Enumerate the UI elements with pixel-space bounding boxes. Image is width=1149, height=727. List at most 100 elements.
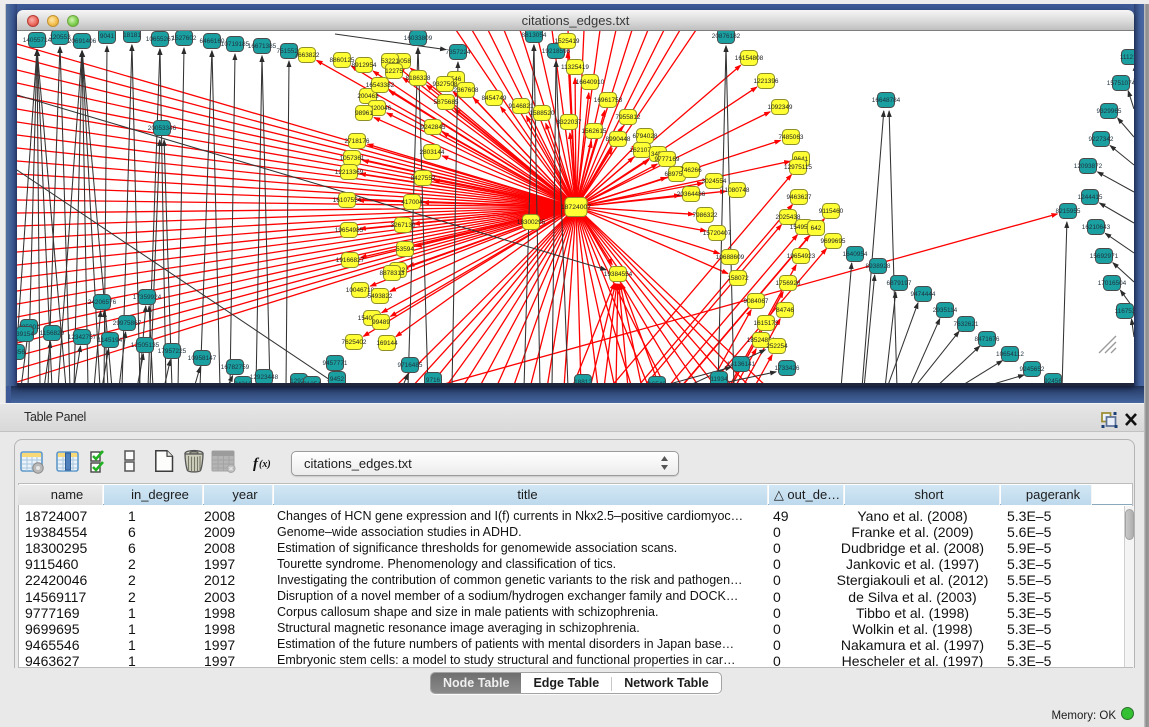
svg-text:1525419: 1525419 — [555, 38, 580, 45]
svg-text:7986322: 7986322 — [693, 212, 718, 219]
svg-text:9115460: 9115460 — [819, 208, 844, 215]
svg-text:9699695: 9699695 — [821, 238, 846, 245]
svg-text:8186328: 8186328 — [406, 75, 431, 82]
svg-text:12275: 12275 — [385, 68, 403, 75]
svg-text:9463627: 9463627 — [787, 194, 812, 201]
svg-text:1080748: 1080748 — [725, 187, 750, 194]
svg-text:7485063: 7485063 — [779, 134, 804, 141]
svg-text:10958147: 10958147 — [188, 355, 217, 362]
svg-text:6794028: 6794028 — [633, 133, 658, 140]
svg-text:8427552: 8427552 — [411, 175, 436, 182]
svg-text:99489: 99489 — [372, 319, 390, 326]
svg-text:12213369: 12213369 — [335, 169, 364, 176]
svg-text:18812: 18812 — [574, 379, 592, 386]
svg-text:20876182: 20876182 — [712, 33, 741, 40]
svg-text:16782759: 16782759 — [221, 364, 250, 371]
svg-text:20691406: 20691406 — [68, 38, 97, 45]
svg-text:3267130: 3267130 — [391, 222, 416, 229]
svg-text:1615172: 1615172 — [754, 320, 779, 327]
svg-text:6879197: 6879197 — [887, 280, 912, 287]
svg-text:31254: 31254 — [303, 381, 321, 386]
svg-text:17356: 17356 — [17, 349, 25, 356]
svg-text:158072: 158072 — [727, 275, 749, 282]
svg-text:169144: 169144 — [376, 340, 398, 347]
svg-text:2803144: 2803144 — [420, 149, 445, 156]
svg-text:15720407: 15720407 — [703, 230, 732, 237]
svg-text:10654112: 10654112 — [996, 351, 1024, 358]
svg-text:9777169: 9777169 — [655, 156, 680, 163]
svg-text:15751074: 15751074 — [1107, 80, 1134, 87]
svg-text:1221396: 1221396 — [754, 78, 779, 85]
svg-text:746266: 746266 — [680, 167, 702, 174]
svg-text:98961: 98961 — [355, 110, 373, 117]
svg-text:18724007: 18724007 — [561, 204, 591, 211]
svg-text:15692971: 15692971 — [1090, 253, 1119, 260]
svg-text:39154: 39154 — [17, 331, 34, 338]
svg-text:9245652: 9245652 — [1020, 366, 1045, 373]
svg-text:19384554: 19384554 — [604, 271, 633, 278]
svg-text:14136141: 14136141 — [727, 361, 756, 368]
svg-text:642: 642 — [811, 225, 822, 232]
svg-text:8990448: 8990448 — [606, 136, 631, 143]
svg-text:252254: 252254 — [766, 343, 788, 350]
svg-text:16640910: 16640910 — [576, 79, 605, 86]
svg-text:2935114: 2935114 — [933, 307, 958, 314]
svg-text:9329965: 9329965 — [1097, 108, 1122, 115]
svg-text:12342757: 12342757 — [68, 334, 97, 341]
svg-text:18300295: 18300295 — [517, 219, 546, 226]
svg-text:20053346: 20053346 — [148, 125, 177, 132]
svg-text:2718176: 2718176 — [345, 138, 370, 145]
svg-text:1092349: 1092349 — [768, 104, 793, 111]
svg-text:200463: 200463 — [357, 93, 379, 100]
svg-text:7663822: 7663822 — [295, 52, 320, 59]
svg-text:16543382: 16543382 — [366, 82, 395, 89]
svg-text:7955812: 7955812 — [616, 114, 641, 121]
svg-text:417004: 417004 — [401, 199, 423, 206]
svg-text:1145194: 1145194 — [98, 337, 123, 344]
svg-text:7357224: 7357224 — [446, 49, 471, 56]
svg-text:8322037: 8322037 — [557, 119, 582, 126]
svg-text:9146821: 9146821 — [509, 103, 534, 110]
svg-text:9474444: 9474444 — [911, 291, 936, 298]
svg-text:8878313: 8878313 — [380, 270, 405, 277]
svg-text:8912954: 8912954 — [352, 62, 377, 69]
svg-text:16671385: 16671385 — [248, 43, 277, 50]
svg-text:24310: 24310 — [234, 381, 252, 386]
svg-text:12975115: 12975115 — [784, 164, 812, 171]
svg-text:9716485: 9716485 — [398, 362, 423, 369]
svg-text:5493822: 5493822 — [368, 293, 393, 300]
svg-text:12505135: 12505135 — [131, 342, 160, 349]
svg-text:8215955: 8215955 — [1056, 208, 1081, 215]
svg-text:17957225: 17957225 — [158, 348, 187, 355]
svg-text:20364486: 20364486 — [677, 191, 706, 198]
svg-text:1562615: 1562615 — [582, 128, 607, 135]
svg-text:8938928: 8938928 — [866, 263, 891, 270]
svg-text:9041: 9041 — [100, 33, 115, 40]
svg-text:1733426: 1733426 — [775, 365, 800, 372]
svg-text:11325419: 11325419 — [561, 64, 589, 71]
svg-text:29975867: 29975867 — [113, 320, 142, 327]
svg-text:(x): (x) — [259, 459, 271, 470]
svg-text:9457771: 9457771 — [323, 360, 348, 367]
svg-text:92456: 92456 — [1044, 378, 1062, 385]
svg-text:8454749: 8454749 — [482, 95, 507, 102]
svg-text:9716: 9716 — [426, 377, 441, 384]
svg-text:2367608: 2367608 — [454, 87, 479, 94]
svg-text:24206576: 24206576 — [88, 299, 117, 306]
svg-text:1527602: 1527602 — [172, 35, 197, 42]
svg-text:16648784: 16648784 — [872, 97, 901, 104]
svg-text:19166827: 19166827 — [336, 257, 365, 264]
svg-text:111213: 111213 — [1120, 54, 1134, 61]
svg-text:7632621: 7632621 — [954, 321, 979, 328]
svg-text:1756928: 1756928 — [776, 280, 801, 287]
svg-text:9084067: 9084067 — [744, 298, 769, 305]
svg-text:9242845: 9242845 — [421, 124, 446, 131]
svg-text:16961758: 16961758 — [594, 97, 623, 104]
svg-text:16154808: 16154808 — [735, 55, 764, 62]
svg-text:14055714: 14055714 — [23, 37, 52, 44]
svg-text:16107554: 16107554 — [333, 197, 362, 204]
svg-text:3024554: 3024554 — [702, 178, 727, 185]
svg-text:16543: 16543 — [648, 381, 666, 386]
svg-text:12093872: 12093872 — [1074, 163, 1103, 170]
svg-text:1640954: 1640954 — [843, 251, 868, 258]
